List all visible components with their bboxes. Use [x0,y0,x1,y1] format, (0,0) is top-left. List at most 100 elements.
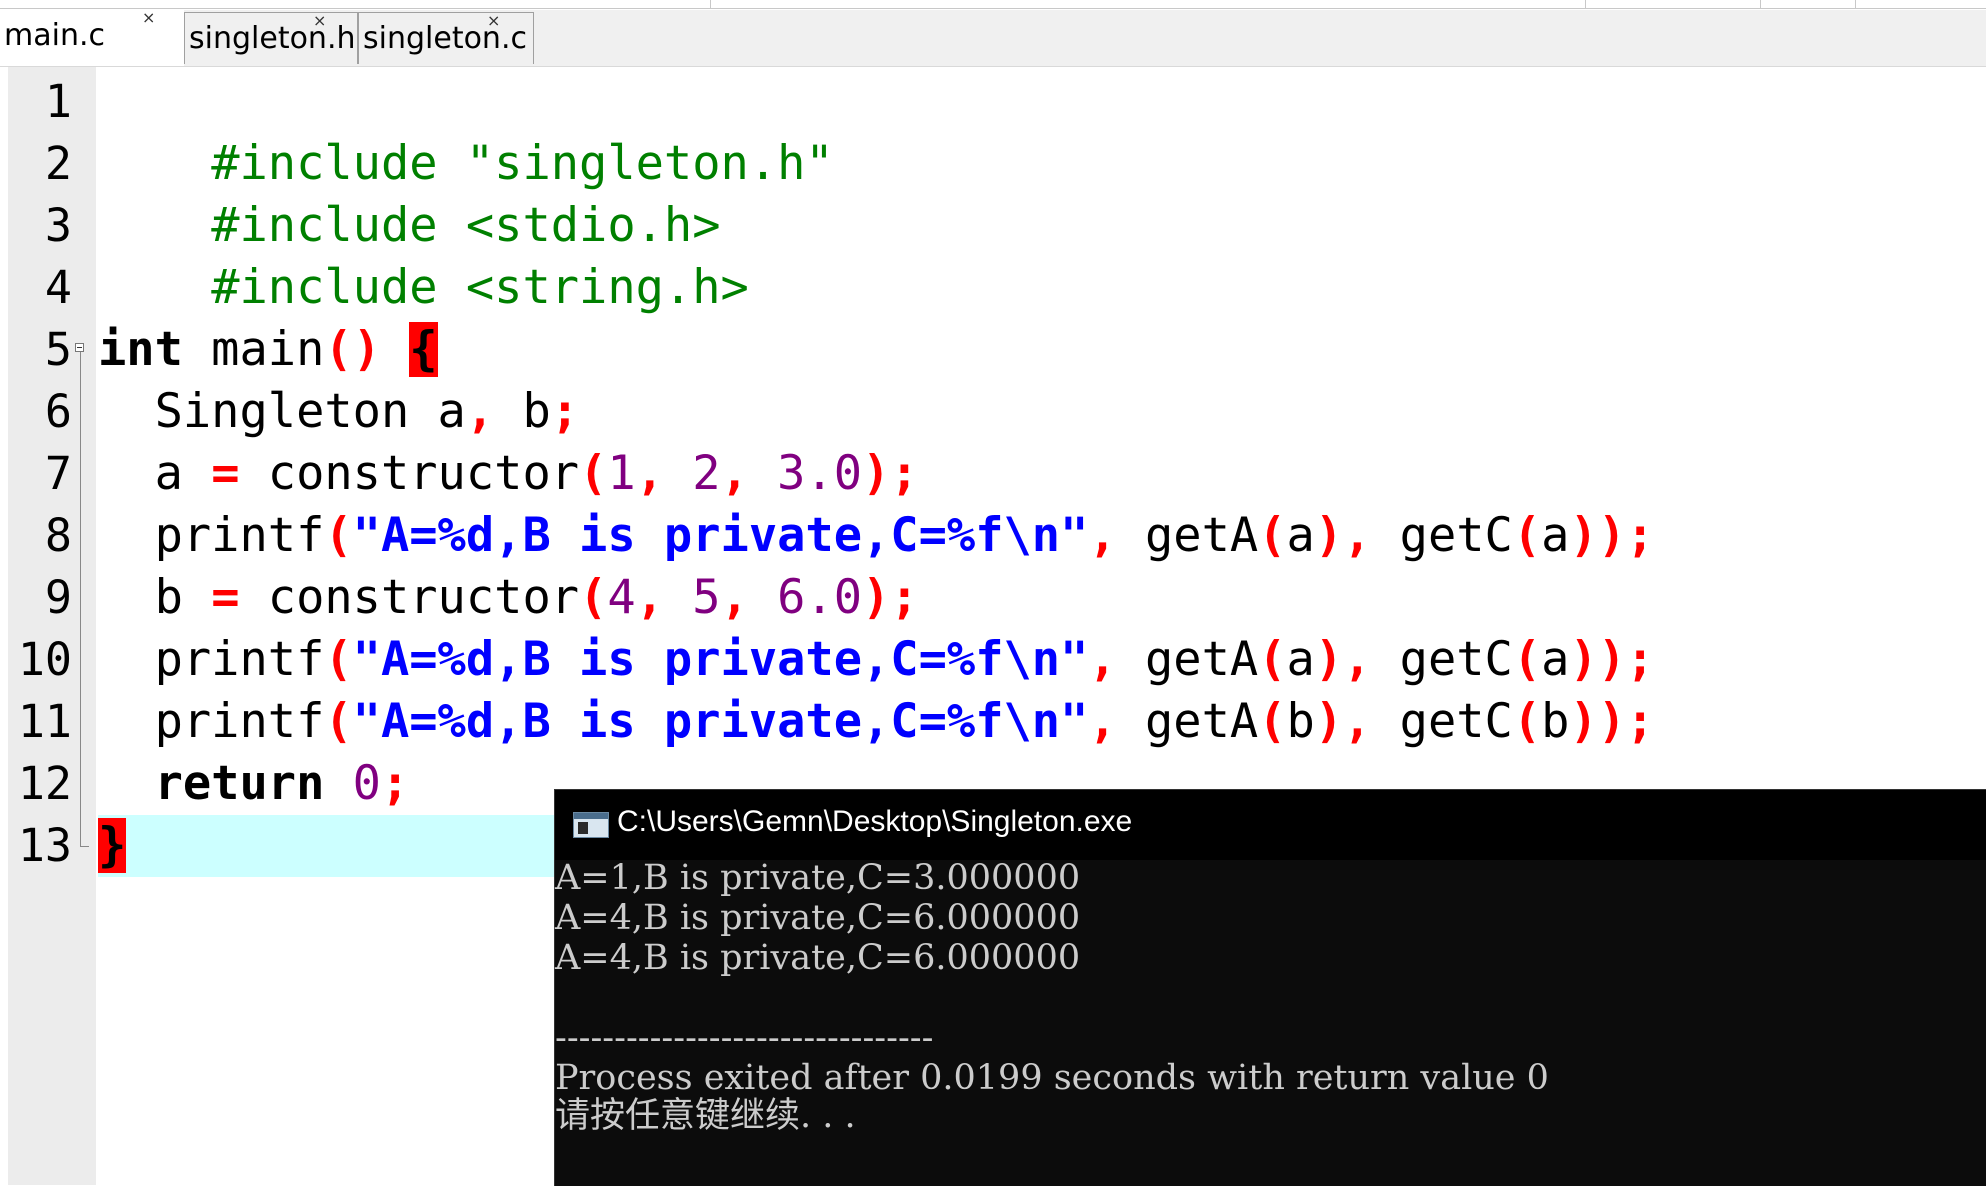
console-output-line: A=4,B is private,C=6.000000 [555,898,1081,938]
identifier: b [494,384,551,439]
line-number: 12 [17,757,72,810]
console-output-line: A=1,B is private,C=3.000000 [555,858,1081,898]
fold-guide-line [80,352,81,846]
operator: ( [1512,694,1542,749]
operator: , [635,570,664,625]
tab-singleton-c[interactable]: singleton.c × [358,11,534,64]
operator: ( [324,632,353,687]
operator: ( [1258,508,1287,563]
top-strip-separator [1855,0,1856,9]
number-literal: 6.0 [748,570,863,625]
operator: ( [1512,632,1542,687]
operator: ); [862,446,919,501]
code-line-2: #include <stdio.h> [98,133,720,253]
tab-label: main.c [4,18,105,53]
identifier: main [182,322,325,377]
identifier: getC [1371,694,1513,749]
code-line-9: b = constructor(4, 5, 6.0); [98,567,919,629]
string-literal: "A=%d,B is private,C=%f\n" [352,632,1089,687]
number-literal: 1 [607,446,636,501]
tab-label: singleton.h [189,21,356,56]
tab-singleton-h[interactable]: singleton.h × [184,11,358,64]
code-line-7: a = constructor(1, 2, 3.0); [98,443,919,505]
matched-brace: } [98,818,127,873]
current-line-highlight [98,815,558,877]
console-app-icon [573,812,609,838]
operator: ; [380,756,410,811]
console-output-line: Process exited after 0.0199 seconds with… [555,1058,1549,1098]
matched-brace: { [409,322,438,377]
number-literal: 4 [607,570,636,625]
identifier: a [154,446,212,501]
keyword: int [98,322,183,377]
close-icon[interactable]: × [313,11,326,30]
identifier: printf [154,508,325,563]
identifier: constructor [239,446,580,501]
identifier: getA [1116,632,1259,687]
console-window[interactable]: C:\Users\Gemn\Desktop\Singleton.exe A=1,… [554,789,1986,1186]
operator: , [465,384,495,439]
identifier: printf [154,632,325,687]
operator: ( [1512,508,1542,563]
identifier: a [1286,632,1315,687]
line-number: 5 [44,323,72,376]
keyword: return [154,756,325,811]
operator: = [211,570,240,625]
identifier: getC [1371,632,1513,687]
tab-main-c[interactable]: main.c × [0,8,184,66]
line-number: 11 [17,695,72,748]
operator: , [1343,694,1372,749]
line-number: 4 [44,261,72,314]
operator: ( [1258,694,1287,749]
code-line-11: printf("A=%d,B is private,C=%f\n", getA(… [98,691,1655,753]
operator: ; [550,384,580,439]
operator: ( [1258,632,1287,687]
line-number: 3 [44,199,72,252]
string-literal: "A=%d,B is private,C=%f\n" [352,508,1089,563]
operator: , [720,446,749,501]
close-icon[interactable]: × [487,11,500,30]
operator: , [635,446,664,501]
identifier: getA [1116,694,1259,749]
top-strip-separator [1585,0,1586,9]
preprocessor-directive: #include <string.h> [211,260,749,315]
operator: ) [1314,508,1344,563]
line-number: 7 [44,447,72,500]
line-number: 10 [17,633,72,686]
console-title-bar[interactable]: C:\Users\Gemn\Desktop\Singleton.exe [555,790,1986,860]
operator: ) [1314,694,1344,749]
fold-end-marker [80,846,89,847]
number-literal: 2 [663,446,721,501]
operator: , [1343,632,1372,687]
operator: )); [1569,694,1655,749]
top-strip-separator [1760,0,1761,9]
identifier: Singleton a [154,384,466,439]
code-line-3: #include <string.h> [98,195,749,315]
operator: ( [579,570,608,625]
line-number: 1 [44,75,72,128]
close-icon[interactable]: × [142,8,155,27]
identifier: a [1286,508,1315,563]
identifier: b [1286,694,1315,749]
identifier: getC [1371,508,1513,563]
number-literal: 0 [352,756,381,811]
line-number: 13 [17,819,72,872]
tab-label: singleton.c [363,21,527,56]
operator: () [324,322,381,377]
line-number: 9 [44,571,72,624]
fold-toggle-icon[interactable] [75,343,84,352]
number-literal: 5 [663,570,721,625]
identifier: getA [1116,508,1259,563]
string-literal: "A=%d,B is private,C=%f\n" [352,694,1089,749]
identifier: a [1541,632,1570,687]
identifier: b [154,570,212,625]
